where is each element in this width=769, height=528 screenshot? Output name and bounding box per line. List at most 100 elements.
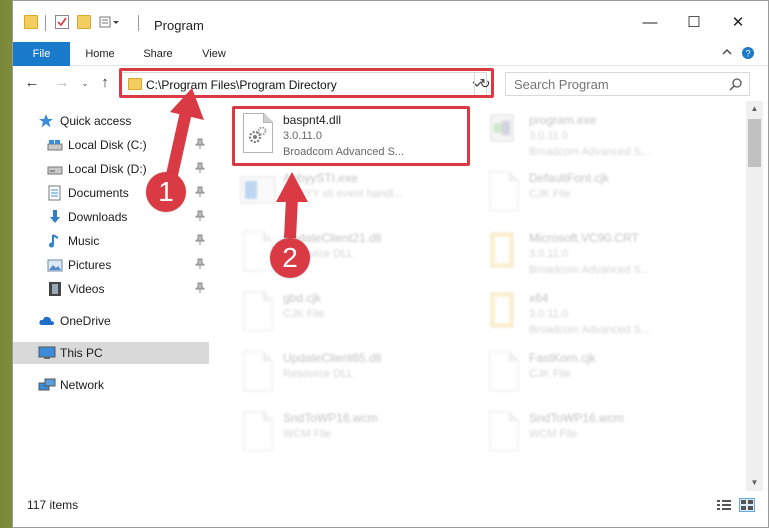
title-bar: Program — ☐ ✕ <box>13 1 768 41</box>
exe-icon <box>485 111 523 157</box>
large-icons-view-icon[interactable] <box>739 498 755 512</box>
minimize-button[interactable]: — <box>638 11 662 35</box>
file-icon <box>485 349 523 395</box>
file-item-baspnt4[interactable]: baspnt4.dll 3.0.11.0 Broadcom Advanced S… <box>235 107 475 165</box>
exe-icon <box>239 169 277 215</box>
file-item-sndtowp16-a[interactable]: SndToWP16.wcm WCM File <box>235 405 475 463</box>
file-name: Microsoft.VC90.CRT <box>529 231 639 245</box>
pin-icon[interactable] <box>194 186 206 198</box>
pin-icon[interactable] <box>194 162 206 174</box>
address-path: C:\Program Files\Program Directory <box>146 78 337 92</box>
pictures-icon <box>47 257 63 273</box>
svg-text:?: ? <box>745 49 750 59</box>
pin-icon[interactable] <box>194 234 206 246</box>
sidebar-item-videos[interactable]: Videos <box>13 278 209 300</box>
file-icon <box>485 169 523 215</box>
file-icon <box>239 289 277 335</box>
sidebar-item-local-disk-c[interactable]: Local Disk (C:) <box>13 134 209 156</box>
sidebar-item-label: This PC <box>60 346 103 360</box>
sidebar-item-label: Network <box>60 378 105 392</box>
tab-view[interactable]: View <box>189 42 239 66</box>
folder-icon <box>485 289 523 335</box>
sidebar-item-this-pc[interactable]: This PC <box>13 342 209 364</box>
file-item-abbyysti[interactable]: AbbyySTI.exe ABBYY sti event handl... <box>235 165 475 223</box>
file-type: CJK File <box>283 308 325 320</box>
sidebar-item-downloads[interactable]: Downloads <box>13 206 209 228</box>
film-strip-icon <box>47 281 63 297</box>
window-title: Program <box>154 18 204 33</box>
file-name: baspnt4.dll <box>283 113 342 127</box>
expand-ribbon-icon[interactable] <box>721 46 737 62</box>
scroll-down-arrow-icon[interactable]: ▼ <box>746 475 763 491</box>
scroll-up-arrow-icon[interactable]: ▲ <box>746 101 763 117</box>
file-item-gbd[interactable]: gbd.cjk CJK File <box>235 285 475 343</box>
step-2-callout: 2 <box>270 238 310 278</box>
file-item-updateclient65[interactable]: UpdateClient65.dll Resource DLL <box>235 345 475 403</box>
file-item-program-exe[interactable]: program.exe 3.0.11.0 Broadcom Advanced S… <box>481 107 721 165</box>
close-button[interactable]: ✕ <box>726 11 750 35</box>
folder-icon <box>485 229 523 275</box>
pin-icon[interactable] <box>194 138 206 150</box>
dll-gear-icon <box>239 111 277 157</box>
tab-home[interactable]: Home <box>75 42 125 66</box>
toolbar-divider <box>45 15 46 31</box>
file-item-defaultfont[interactable]: DefaultFont.cjk CJK File <box>481 165 721 223</box>
documents-icon <box>47 185 63 201</box>
navigation-pane: Quick access Local Disk (C:) Local Disk … <box>13 105 209 485</box>
pin-icon[interactable] <box>194 258 206 270</box>
file-version: 3.0.11.0 <box>529 130 568 142</box>
sidebar-item-music[interactable]: Music <box>13 230 209 252</box>
item-count: 117 items <box>27 498 79 512</box>
file-icon <box>239 409 277 455</box>
back-arrow-icon[interactable]: ← <box>23 74 41 92</box>
tab-share[interactable]: Share <box>133 42 183 66</box>
pin-icon[interactable] <box>194 210 206 222</box>
navigation-bar: ← → ⌄ ↑ C:\Program Files\Program Directo… <box>13 67 768 101</box>
file-name: x64 <box>529 291 549 305</box>
file-description: Broadcom Advanced S... <box>283 146 405 158</box>
file-type: CJK File <box>529 188 571 200</box>
address-bar[interactable]: C:\Program Files\Program Directory <box>121 72 487 96</box>
refresh-button[interactable]: ↻ <box>474 72 495 96</box>
file-item-microsoft-vc90[interactable]: Microsoft.VC90.CRT 3.0.11.0 Broadcom Adv… <box>481 225 721 283</box>
search-icon[interactable] <box>729 77 743 91</box>
sidebar-item-pictures[interactable]: Pictures <box>13 254 209 276</box>
pin-icon[interactable] <box>194 282 206 294</box>
sidebar-item-label: Documents <box>68 186 129 200</box>
search-input[interactable] <box>514 73 714 95</box>
recent-locations-chevron-icon[interactable]: ⌄ <box>76 74 94 92</box>
music-note-icon <box>47 233 63 249</box>
file-type: Resource DLL <box>283 368 354 380</box>
file-list: baspnt4.dll 3.0.11.0 Broadcom Advanced S… <box>209 101 746 491</box>
ribbon-tabs: File Home Share View ? <box>13 42 768 66</box>
download-arrow-icon <box>47 209 63 225</box>
file-item-sndtowp16-b[interactable]: SndToWP16.wcm WCM File <box>481 405 721 463</box>
sidebar-item-onedrive[interactable]: OneDrive <box>13 310 209 332</box>
cloud-icon <box>38 313 54 329</box>
tab-file[interactable]: File <box>13 42 70 66</box>
star-icon <box>38 113 54 129</box>
sidebar-item-label: Local Disk (D:) <box>68 162 147 176</box>
vertical-scrollbar[interactable]: ▲ ▼ <box>746 101 763 491</box>
file-name: SndToWP16.wcm <box>529 411 624 425</box>
forward-arrow-icon[interactable]: → <box>53 74 71 92</box>
file-type: CJK File <box>529 368 571 380</box>
sidebar-item-quick-access[interactable]: Quick access <box>13 110 209 132</box>
maximize-button[interactable]: ☐ <box>682 11 706 35</box>
folder-icon <box>128 78 142 90</box>
sidebar-item-network[interactable]: Network <box>13 374 209 396</box>
file-item-x64[interactable]: x64 3.0.11.0 Broadcom Advanced S... <box>481 285 721 343</box>
scroll-thumb[interactable] <box>748 119 761 167</box>
file-item-fastkorn[interactable]: FastKorn.cjk CJK File <box>481 345 721 403</box>
up-arrow-icon[interactable]: ↑ <box>96 74 114 92</box>
search-box[interactable] <box>505 72 750 96</box>
help-icon[interactable]: ? <box>741 46 757 62</box>
details-view-icon[interactable] <box>716 498 732 512</box>
file-name: DefaultFont.cjk <box>529 171 610 185</box>
properties-icon[interactable] <box>55 15 69 29</box>
customize-quick-access-icon[interactable] <box>99 15 119 29</box>
sidebar-item-label: Downloads <box>68 210 128 224</box>
new-folder-icon[interactable] <box>77 15 91 29</box>
file-name: FastKorn.cjk <box>529 351 596 365</box>
file-description: Broadcom Advanced S... <box>529 146 651 158</box>
